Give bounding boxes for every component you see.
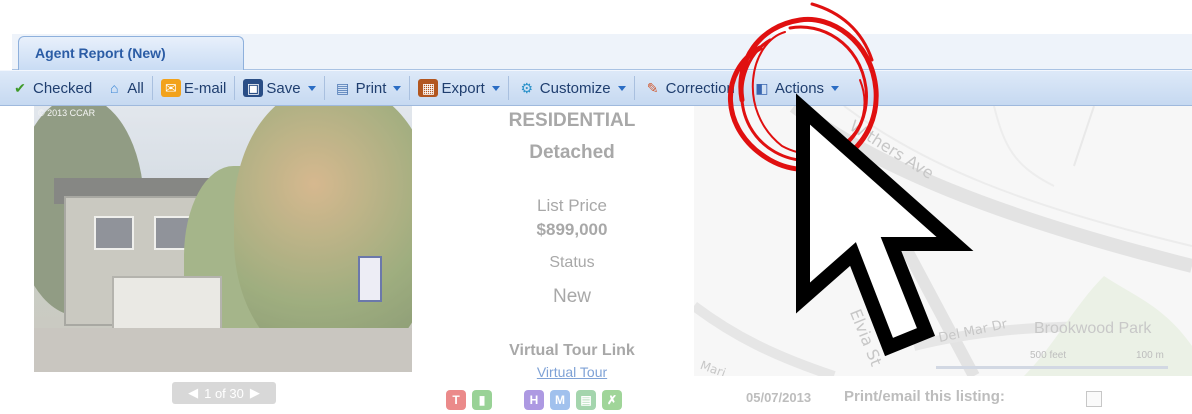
- checked-label: Checked: [33, 79, 93, 97]
- feature-badges: T ▮ H M ▤ ✗: [446, 390, 628, 414]
- scale-feet: 500 feet: [1030, 350, 1067, 361]
- printer-icon: ▤: [335, 80, 350, 96]
- toolbar: ✔ Checked ⌂ All ✉ E-mail ▣ Save ▤ Print …: [0, 70, 1192, 106]
- photo-tree: [234, 106, 412, 366]
- email-button[interactable]: ✉ E-mail: [155, 74, 233, 102]
- envelope-icon: ✉: [160, 79, 181, 97]
- actions-icon: ◧: [755, 80, 769, 96]
- checked-button[interactable]: ✔ Checked: [4, 74, 98, 102]
- badge-photo[interactable]: ▤: [576, 390, 596, 410]
- status-label: Status: [549, 254, 595, 271]
- tab-agent-report[interactable]: Agent Report (New): [18, 36, 244, 70]
- listing-photo[interactable]: © 2013 CCAR: [34, 106, 412, 372]
- correction-button[interactable]: ✎ Correction: [637, 74, 741, 102]
- badge-chart[interactable]: ▮: [472, 390, 492, 410]
- toolbar-divider: [409, 76, 411, 100]
- tab-strip: Agent Report (New): [12, 34, 1192, 70]
- pager-prev-icon[interactable]: ◀: [188, 385, 198, 401]
- park-label: Brookwood Park: [1034, 320, 1152, 337]
- print-email-checkbox[interactable]: [1086, 391, 1102, 407]
- chevron-down-icon: [307, 85, 316, 91]
- toolbar-divider: [234, 76, 236, 100]
- save-label: Save: [266, 79, 301, 97]
- badge-walk[interactable]: ✗: [602, 390, 622, 410]
- pager-text: 1 of 30: [204, 385, 244, 401]
- photo-for-sale-sign: [358, 256, 382, 302]
- location-map[interactable]: Withers Ave Del Mar Dr Elvia St Mari Bro…: [694, 106, 1192, 376]
- photo-garage: [112, 276, 222, 332]
- floppy-disk-icon: ▣: [243, 79, 264, 97]
- correction-label: Correction: [665, 79, 735, 97]
- badge-m[interactable]: M: [550, 390, 570, 410]
- customize-label: Customize: [539, 79, 611, 97]
- virtual-tour-link[interactable]: Virtual Tour: [452, 364, 692, 380]
- status-value: New: [552, 286, 591, 307]
- property-subtype: Detached: [529, 142, 615, 163]
- actions-label: Actions: [774, 79, 825, 97]
- customize-button[interactable]: ⚙ Customize: [511, 74, 632, 102]
- listing-date: 05/07/2013: [746, 390, 812, 405]
- scale-bar: [936, 366, 1168, 369]
- chevron-down-icon: [617, 85, 626, 91]
- list-price-label: List Price: [537, 196, 607, 215]
- toolbar-divider: [633, 76, 635, 100]
- scale-meters: 100 m: [1136, 350, 1164, 361]
- print-email-label: Print/email this listing:: [844, 388, 1005, 405]
- virtual-tour-label: Virtual Tour Link: [509, 342, 635, 359]
- export-button[interactable]: ▦ Export: [412, 74, 505, 102]
- save-button[interactable]: ▣ Save: [237, 74, 321, 102]
- chevron-down-icon: [831, 85, 840, 91]
- toolbar-divider: [507, 76, 509, 100]
- all-button[interactable]: ⌂ All: [98, 74, 150, 102]
- toolbar-divider: [323, 76, 325, 100]
- checkmark-icon: ✔: [14, 80, 26, 96]
- toolbar-divider: [742, 76, 744, 100]
- gear-icon: ⚙: [520, 80, 534, 96]
- list-price-value: $899,000: [536, 220, 608, 239]
- chevron-down-icon: [491, 85, 500, 91]
- actions-button[interactable]: ◧ Actions: [746, 74, 845, 102]
- export-label: Export: [441, 79, 485, 97]
- badge-t[interactable]: T: [446, 390, 466, 410]
- badge-h[interactable]: H: [524, 390, 544, 410]
- house-icon: ⌂: [109, 80, 119, 96]
- print-label: Print: [355, 79, 387, 97]
- pager-next-icon[interactable]: ▶: [250, 385, 260, 401]
- property-type: RESIDENTIAL: [508, 110, 636, 131]
- map-marker: [935, 230, 949, 244]
- photo-window: [94, 216, 134, 250]
- pencil-icon: ✎: [646, 80, 659, 96]
- briefcase-icon: ▦: [418, 79, 439, 97]
- print-button[interactable]: ▤ Print: [327, 74, 408, 102]
- photo-driveway: [34, 328, 412, 372]
- chevron-down-icon: [393, 85, 402, 91]
- email-label: E-mail: [183, 79, 227, 97]
- toolbar-divider: [151, 76, 153, 100]
- all-label: All: [127, 79, 144, 97]
- photo-copyright: © 2013 CCAR: [38, 108, 96, 118]
- photo-pager: ◀ 1 of 30 ▶: [172, 382, 276, 404]
